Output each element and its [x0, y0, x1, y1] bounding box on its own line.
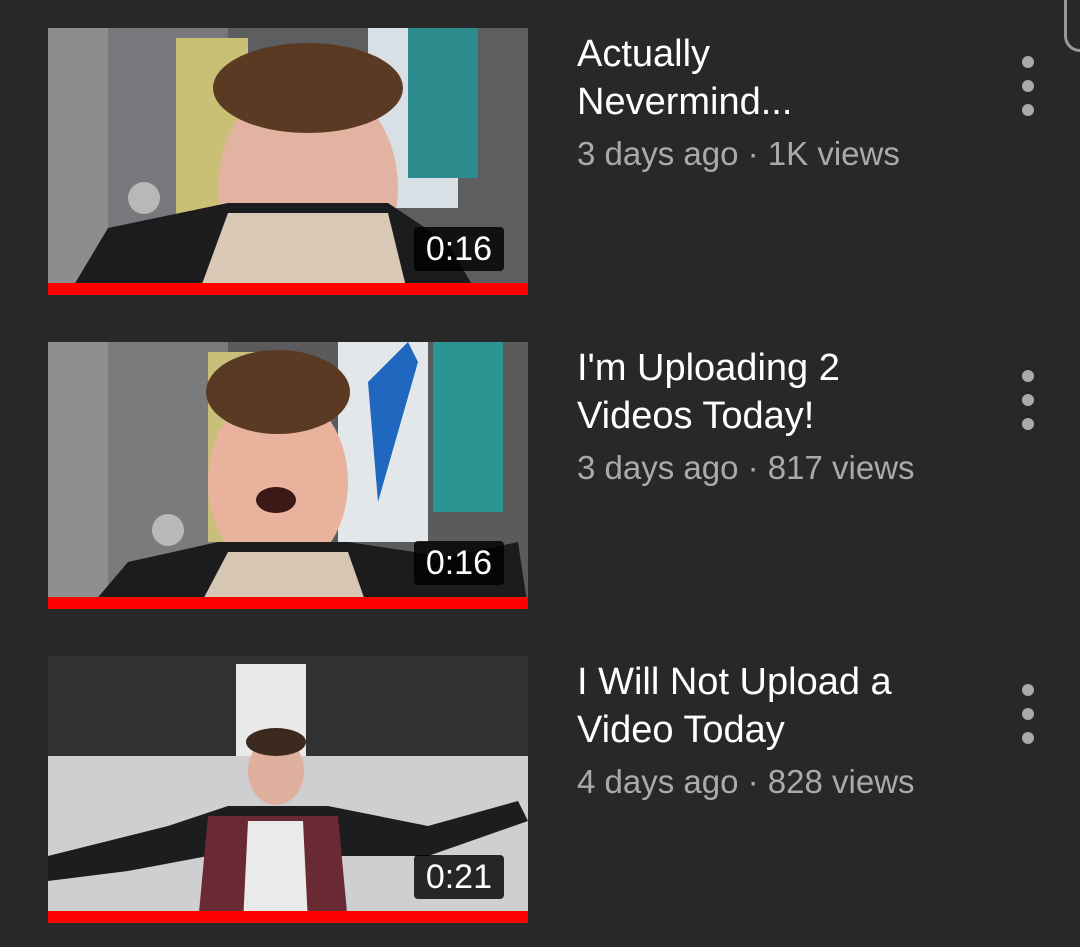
video-title[interactable]: I'm Uploading 2 Videos Today!	[577, 344, 987, 440]
watch-progress-bar	[48, 597, 528, 609]
video-views: 828 views	[767, 763, 915, 800]
video-item[interactable]: 0:21 I Will Not Upload a Video Today 4 d…	[0, 656, 1080, 924]
video-title[interactable]: I Will Not Upload a Video Today	[577, 658, 987, 754]
video-views: 1K views	[767, 135, 900, 172]
video-age: 4 days ago	[577, 763, 739, 800]
video-title-line1: Actually	[577, 33, 711, 75]
video-title-line1: I'm Uploading 2	[577, 347, 840, 389]
video-duration: 0:16	[413, 541, 504, 585]
more-vert-icon[interactable]	[1006, 674, 1050, 754]
video-meta[interactable]: I'm Uploading 2 Videos Today! 3 days ago…	[577, 344, 987, 490]
watch-progress-bar	[48, 283, 528, 295]
meta-separator: ·	[738, 449, 768, 486]
video-thumbnail[interactable]: 0:16	[48, 342, 528, 609]
video-list: 0:16 Actually Nevermind... 3 days ago · …	[0, 0, 1080, 947]
more-vert-icon[interactable]	[1006, 360, 1050, 440]
video-thumbnail[interactable]: 0:16	[48, 28, 528, 295]
video-views: 817 views	[767, 449, 915, 486]
video-title-line2: Video Today	[577, 709, 785, 751]
video-title[interactable]: Actually Nevermind...	[577, 30, 987, 126]
video-subtitle: 4 days ago · 828 views	[577, 760, 987, 804]
meta-separator: ·	[738, 763, 768, 800]
video-age: 3 days ago	[577, 449, 739, 486]
video-thumbnail[interactable]: 0:21	[48, 656, 528, 923]
video-duration: 0:16	[413, 227, 504, 271]
video-meta[interactable]: I Will Not Upload a Video Today 4 days a…	[577, 658, 987, 804]
video-meta[interactable]: Actually Nevermind... 3 days ago · 1K vi…	[577, 30, 987, 176]
video-title-line2: Nevermind...	[577, 81, 793, 123]
watch-progress-bar	[48, 911, 528, 923]
more-vert-icon[interactable]	[1006, 46, 1050, 126]
video-subtitle: 3 days ago · 1K views	[577, 132, 987, 176]
meta-separator: ·	[738, 135, 768, 172]
video-item[interactable]: 0:16 Actually Nevermind... 3 days ago · …	[0, 28, 1080, 296]
video-item[interactable]: 0:16 I'm Uploading 2 Videos Today! 3 day…	[0, 342, 1080, 610]
video-duration: 0:21	[413, 855, 504, 899]
video-title-line1: I Will Not Upload a	[577, 661, 892, 703]
video-age: 3 days ago	[577, 135, 739, 172]
video-subtitle: 3 days ago · 817 views	[577, 446, 987, 490]
video-title-line2: Videos Today!	[577, 395, 815, 437]
